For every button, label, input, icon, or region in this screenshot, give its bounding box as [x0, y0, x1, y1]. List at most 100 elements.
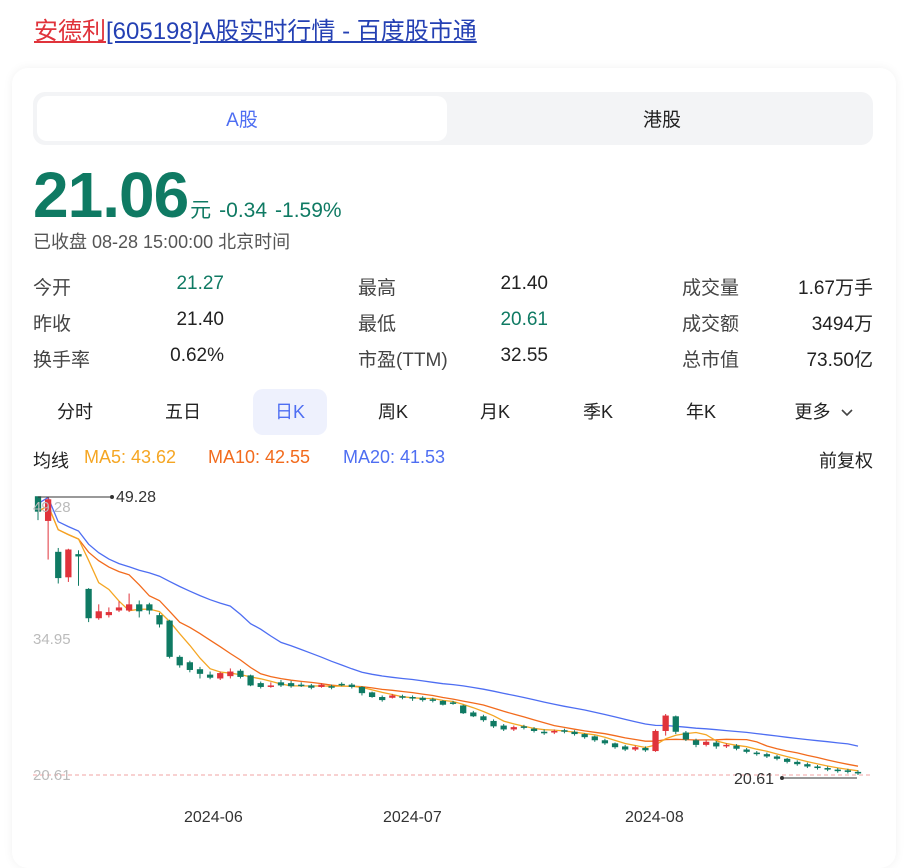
candle [541, 731, 548, 734]
max-marker-label: 49.28 [116, 489, 156, 506]
candle [692, 740, 700, 745]
candle [75, 554, 82, 557]
stat-label-high: 最高 [358, 278, 397, 299]
candle [338, 683, 345, 686]
page-title-link[interactable]: [605198]A股实时行情 - 百度股市通 [106, 18, 477, 45]
candle [703, 741, 710, 745]
candle [642, 747, 649, 751]
candle [794, 761, 801, 765]
candle [166, 620, 173, 657]
tab-a-share[interactable]: A股 [37, 96, 447, 141]
candle [490, 720, 497, 727]
candle [186, 662, 193, 670]
candle [55, 551, 62, 579]
candle [581, 734, 588, 738]
candle [409, 697, 416, 699]
x-tick-2024-07: 2024-07 [383, 809, 442, 826]
period-tabs: 分时 五日 日K 周K 月K 季K 年K 更多 [33, 389, 873, 435]
candle [358, 686, 366, 694]
candle [743, 749, 750, 752]
candle [622, 746, 629, 750]
candle [206, 674, 214, 678]
period-more-label: 更多 [794, 402, 831, 422]
candle [844, 770, 852, 772]
candle [449, 702, 457, 704]
tab-hk-share[interactable]: 港股 [457, 96, 867, 141]
candle [632, 747, 639, 750]
candle [308, 685, 315, 688]
y-tick-max: 49.28 [33, 499, 71, 516]
period-tab-quarterly-k[interactable]: 季K [561, 389, 635, 435]
candle [298, 684, 305, 687]
candle [652, 730, 659, 752]
x-tick-2024-06: 2024-06 [184, 809, 243, 826]
stat-label-pe: 市盈(TTM) [358, 350, 448, 371]
max-marker-dot [110, 495, 114, 499]
candle [156, 615, 163, 625]
candle [267, 685, 274, 687]
market-tabs: A股 港股 [33, 92, 873, 145]
x-tick-2024-08: 2024-08 [625, 809, 684, 826]
stat-value-turnover: 3494万 [811, 314, 873, 335]
period-tab-daily-k[interactable]: 日K [253, 389, 327, 435]
candle [713, 742, 720, 747]
candle [318, 684, 325, 687]
stat-value-open: 21.27 [176, 273, 224, 294]
period-tab-monthly-k[interactable]: 月K [458, 389, 532, 435]
candle [227, 671, 234, 677]
candle [571, 731, 578, 735]
period-tab-yearly-k[interactable]: 年K [664, 389, 738, 435]
candle [328, 686, 335, 688]
stat-value-low: 20.61 [500, 309, 548, 330]
ma-lines [37, 496, 859, 772]
candle [105, 612, 113, 616]
candle [682, 732, 690, 740]
candle [136, 604, 143, 612]
candle [196, 669, 204, 674]
candle [854, 771, 862, 774]
period-more-button[interactable]: 更多 [778, 389, 870, 435]
period-tab-intraday[interactable]: 分时 [38, 389, 112, 435]
period-tab-five-day[interactable]: 五日 [146, 389, 220, 435]
candle [247, 675, 254, 686]
price-change: -0.34 [219, 199, 268, 222]
ma10-line [37, 504, 859, 767]
stat-label-turnover: 成交额 [682, 314, 740, 335]
candle [287, 683, 295, 687]
candle [672, 716, 679, 732]
stat-value-turnover-rate: 0.62% [170, 345, 224, 366]
stat-label-volume: 成交量 [682, 278, 740, 299]
candle [85, 588, 92, 619]
candle [460, 705, 467, 714]
ma-legend: 均线 MA5: 43.62 MA10: 42.55 MA20: 41.53 前复… [33, 447, 873, 473]
candle [115, 607, 123, 611]
candle [763, 754, 771, 757]
candle [753, 752, 760, 755]
period-tab-weekly-k[interactable]: 周K [356, 389, 430, 435]
kline-chart[interactable]: 49.28 34.95 20.61 2024-06 2024-07 2024-0… [0, 480, 910, 850]
candle [429, 699, 436, 701]
candle [146, 604, 153, 611]
candle [470, 712, 477, 717]
price-row: 21.06元 -0.34 -1.59% [33, 158, 342, 231]
adjust-button[interactable]: 前复权 [819, 447, 873, 473]
candle [601, 740, 609, 744]
stat-label-open: 今开 [33, 278, 72, 299]
candle [773, 756, 781, 759]
candle [510, 727, 517, 730]
candle [389, 695, 396, 698]
stat-label-market-cap: 总市值 [682, 350, 740, 371]
candle [591, 736, 598, 741]
candle [814, 766, 821, 769]
ma5-value: MA5: 43.62 [84, 447, 177, 467]
market-status: 已收盘 08-28 15:00:00 北京时间 [33, 232, 291, 252]
candle [824, 768, 831, 770]
candle [480, 716, 487, 721]
stock-name-link[interactable]: 安德利 [34, 18, 106, 45]
candle [399, 696, 406, 698]
candle [834, 769, 841, 772]
candle [500, 725, 507, 730]
ma20-value: MA20: 41.53 [343, 447, 446, 467]
stat-value-high: 21.40 [500, 273, 548, 294]
candle [65, 549, 72, 578]
